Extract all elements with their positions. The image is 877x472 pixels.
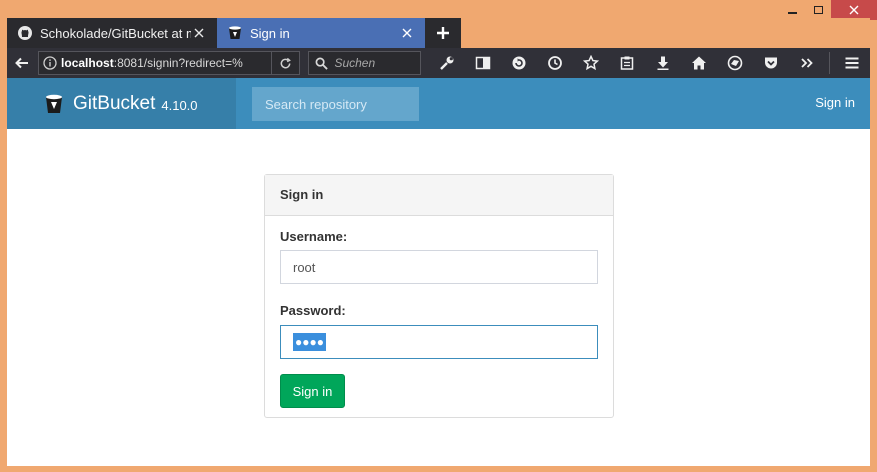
app-version: 4.10.0 (161, 98, 198, 113)
github-icon (17, 25, 33, 41)
overflow-menu-button[interactable] (789, 48, 825, 78)
minimize-button[interactable] (779, 0, 805, 20)
double-chevron-icon (801, 58, 813, 68)
sign-in-panel: Sign in Username: root Password: ●●●● Si… (264, 174, 614, 418)
tab-strip: Schokolade/GitBucket at ma Sign in (7, 18, 870, 48)
header-sign-in-link[interactable]: Sign in (815, 95, 855, 110)
url-text[interactable]: localhost:8081/signin?redirect=% (61, 56, 271, 70)
tab-title: Sign in (250, 25, 290, 41)
back-button[interactable] (7, 48, 36, 78)
bookmark-button[interactable] (573, 48, 609, 78)
tab-sign-in[interactable]: Sign in (217, 18, 425, 48)
downloads-button[interactable] (645, 48, 681, 78)
wrench-icon (440, 56, 454, 70)
back-arrow-icon (14, 57, 28, 69)
maximize-icon (813, 6, 823, 14)
window-controls (779, 0, 877, 20)
page-viewport: GitBucket 4.10.0 Search repository Sign … (7, 78, 870, 466)
gitbucket-logo-icon (46, 94, 62, 113)
toolbar-icons (429, 48, 870, 78)
toolbar-divider (829, 52, 830, 74)
privacy-badger-button[interactable] (717, 48, 753, 78)
home-icon (692, 56, 706, 70)
url-bar[interactable]: localhost:8081/signin?redirect=% (38, 51, 301, 75)
close-icon (849, 5, 859, 15)
app-name: GitBucket (73, 92, 156, 114)
close-tab-icon[interactable] (191, 25, 207, 41)
sync-icon (512, 56, 526, 70)
sidebar-button[interactable] (465, 48, 501, 78)
tab-title: Schokolade/GitBucket at ma (40, 25, 191, 41)
reading-list-button[interactable] (609, 48, 645, 78)
search-icon (316, 57, 329, 70)
search-placeholder: Suchen (334, 56, 376, 70)
close-tab-icon[interactable] (399, 25, 415, 41)
new-tab-button[interactable] (425, 18, 461, 48)
badger-icon (727, 55, 743, 71)
pocket-icon (765, 57, 777, 69)
pocket-button[interactable] (753, 48, 789, 78)
password-label: Password: (280, 303, 346, 318)
maximize-button[interactable] (805, 0, 831, 20)
panel-heading: Sign in (265, 175, 613, 216)
history-button[interactable] (537, 48, 573, 78)
site-info-icon[interactable] (39, 56, 61, 70)
download-arrow-icon (657, 56, 669, 70)
plus-icon (437, 27, 449, 39)
gitbucket-header: GitBucket 4.10.0 Search repository Sign … (7, 78, 870, 129)
username-label: Username: (280, 229, 348, 244)
minimize-icon (787, 12, 797, 14)
gitbucket-icon (227, 25, 243, 41)
reload-button[interactable] (271, 52, 299, 74)
browser-search-bar[interactable]: Suchen (308, 51, 421, 75)
tab-gitbucket-repo[interactable]: Schokolade/GitBucket at ma (7, 18, 217, 48)
home-button[interactable] (681, 48, 717, 78)
sidebar-icon (475, 56, 491, 70)
sign-in-button[interactable]: Sign in (280, 374, 345, 408)
password-masked-value: ●●●● (293, 333, 326, 351)
hamburger-icon (845, 57, 859, 69)
tab-strip-empty (461, 18, 870, 48)
close-window-button[interactable] (831, 0, 877, 20)
url-path: :8081/signin?redirect=% (113, 56, 243, 70)
sync-button[interactable] (501, 48, 537, 78)
repository-search-placeholder: Search repository (265, 96, 367, 112)
reload-icon (281, 57, 292, 68)
navigation-toolbar: localhost:8081/signin?redirect=% Suchen (7, 48, 870, 78)
username-value: root (293, 259, 316, 275)
clock-icon (548, 56, 562, 70)
developer-tools-button[interactable] (429, 48, 465, 78)
password-field[interactable]: ●●●● (280, 325, 598, 359)
repository-search-input[interactable]: Search repository (252, 87, 419, 121)
url-host: localhost (61, 56, 114, 70)
star-icon (583, 55, 599, 71)
brand-link[interactable]: GitBucket 4.10.0 (7, 78, 236, 129)
main-menu-button[interactable] (834, 48, 870, 78)
clipboard-icon (620, 56, 634, 70)
username-field[interactable]: root (280, 250, 598, 284)
